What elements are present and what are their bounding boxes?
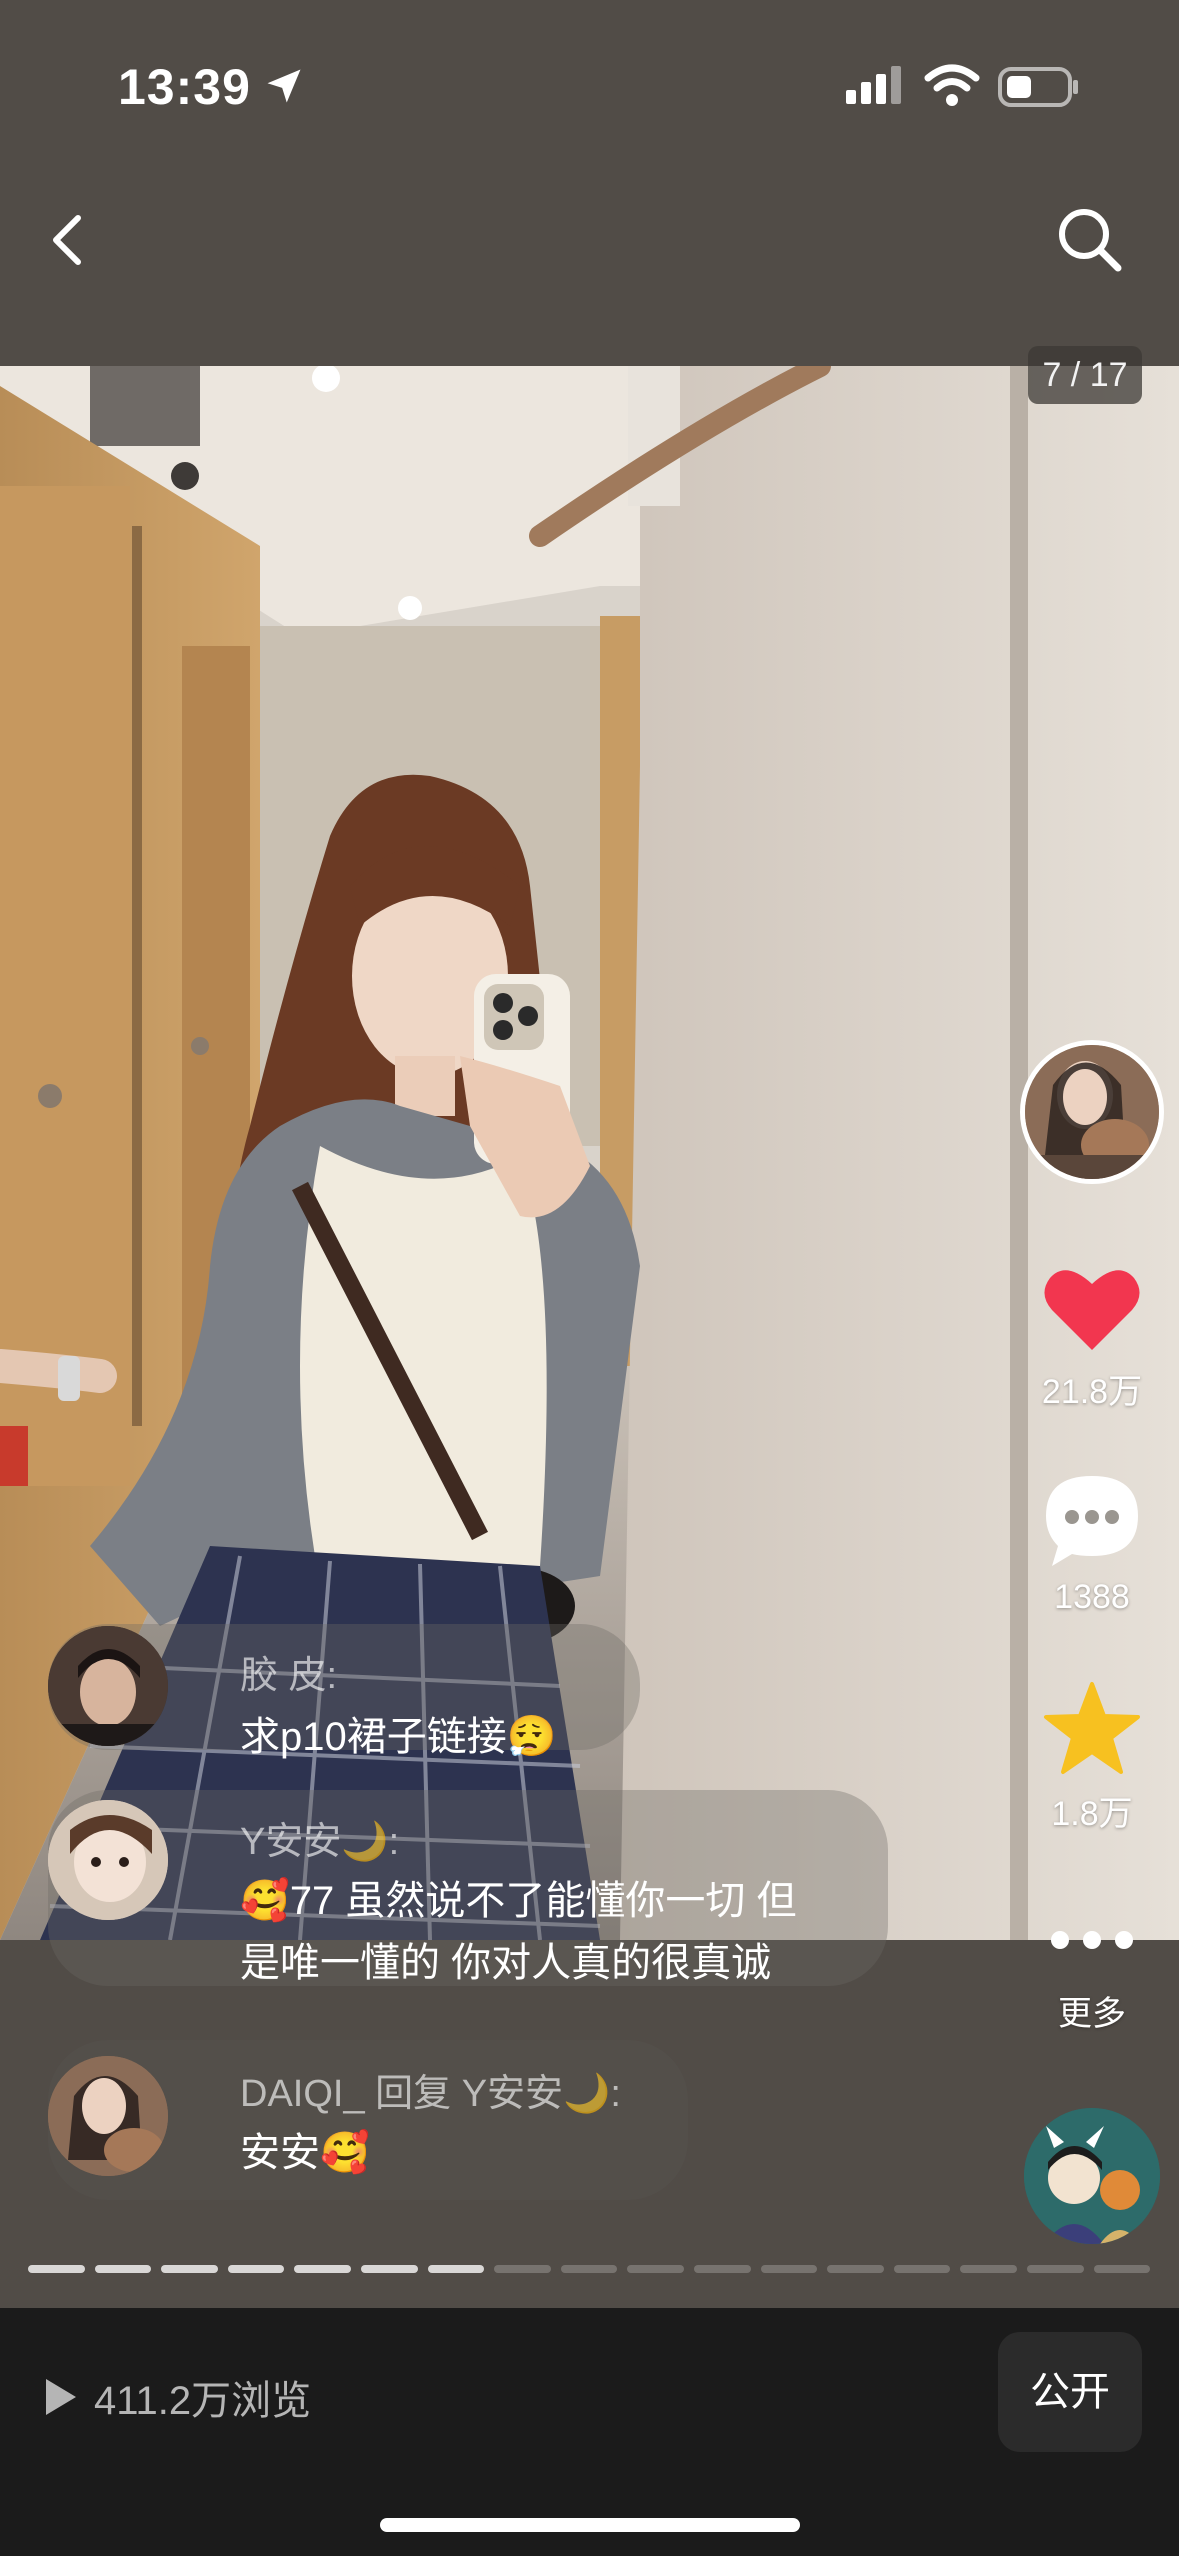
comment-author-3[interactable]: DAIQI_ 回复 Y安安🌙: [240, 2062, 621, 2117]
star-icon [1044, 1682, 1140, 1774]
sticker-avatar[interactable] [1024, 2108, 1160, 2244]
comment-text-3-body: 安安 [240, 2131, 320, 2175]
views-count: 411.2万浏览 [94, 2379, 312, 2423]
comment-text-3-emoji: 🥰 [320, 2130, 370, 2176]
more-dots-icon [1051, 1931, 1133, 1949]
progress-segment [227, 2265, 285, 2273]
comment-text-1-emoji: 😮‍💨 [506, 1714, 557, 1760]
progress-segment [494, 2265, 551, 2273]
author-avatar[interactable] [1020, 1040, 1164, 1184]
more-button[interactable]: 更多 [1025, 1920, 1159, 2035]
progress-segment [827, 2265, 884, 2273]
location-arrow-icon [267, 69, 301, 103]
comment-text-2-emoji: 🥰 [240, 1878, 290, 1924]
views-stat: 411.2万浏览 [40, 2368, 311, 2426]
progress-segment [893, 2265, 951, 2273]
heart-icon [1044, 1270, 1140, 1350]
progress-segment [627, 2265, 684, 2273]
cartoon-couple-icon [1024, 2108, 1160, 2244]
status-bar: 13:39 [0, 0, 1179, 160]
progress-segment [94, 2265, 152, 2273]
comment-avatar-1-image [48, 1626, 168, 1746]
progress-segment [294, 2265, 351, 2273]
favorite-button[interactable]: 1.8万 [1025, 1680, 1159, 1835]
cellular-signal-icon [846, 66, 901, 104]
home-indicator [380, 2518, 800, 2532]
search-icon[interactable] [1050, 200, 1130, 280]
back-icon[interactable] [40, 200, 100, 280]
progress-segment [1026, 2265, 1084, 2273]
progress-segment [693, 2265, 751, 2273]
comment-avatar-1[interactable] [48, 1626, 168, 1746]
progress-segment [28, 2265, 85, 2273]
comment-text-2-line1-body: 77 虽然说不了能懂你一切 但 [289, 1879, 797, 1923]
comment-text-2-line1: 🥰77 虽然说不了能懂你一切 但 [240, 1870, 797, 1932]
author-avatar-image [1025, 1045, 1159, 1179]
progress-segment [760, 2265, 818, 2273]
comment-text-1: 求p10裙子链接😮‍💨 [240, 1706, 557, 1768]
wifi-icon [924, 64, 980, 106]
progress-segment [360, 2265, 418, 2273]
comment-avatar-2[interactable] [48, 1800, 168, 1920]
comment-bubble-icon [1046, 1476, 1138, 1566]
like-count: 21.8万 [1041, 1373, 1143, 1411]
progress-segment [427, 2265, 485, 2273]
bottom-bar: 411.2万浏览 公开 [0, 2308, 1179, 2556]
progress-segment [1093, 2265, 1151, 2273]
comment-text-2-line2: 是唯一懂的 你对人真的很真诚 [240, 1941, 772, 1985]
comment-text-1-body: 求p10裙子链接 [240, 1715, 507, 1759]
comment-author-2[interactable]: Y安安🌙: [240, 1810, 399, 1865]
progress-segment [161, 2265, 218, 2273]
public-visibility-button[interactable]: 公开 [998, 2332, 1142, 2452]
play-icon [46, 2379, 76, 2415]
more-label: 更多 [1058, 1995, 1126, 2033]
progress-segment [960, 2265, 1017, 2273]
page-counter: 7 / 17 [1028, 346, 1142, 404]
comment-avatar-3-image [48, 2056, 168, 2176]
comment-button[interactable]: 1388 [1025, 1472, 1159, 1617]
like-button[interactable]: 21.8万 [1025, 1264, 1159, 1413]
comment-avatar-3[interactable] [48, 2056, 168, 2176]
comment-author-1[interactable]: 胶 皮: [240, 1644, 337, 1699]
comment-text-3: 安安🥰 [240, 2122, 370, 2184]
status-time: 13:39 [118, 59, 251, 115]
progress-segment [560, 2265, 618, 2273]
favorite-count: 1.8万 [1051, 1795, 1133, 1833]
battery-icon [998, 67, 1078, 107]
comment-count: 1388 [1054, 1578, 1130, 1616]
photo-progress-indicator [28, 2265, 1151, 2275]
comment-avatar-2-image [48, 1800, 168, 1920]
